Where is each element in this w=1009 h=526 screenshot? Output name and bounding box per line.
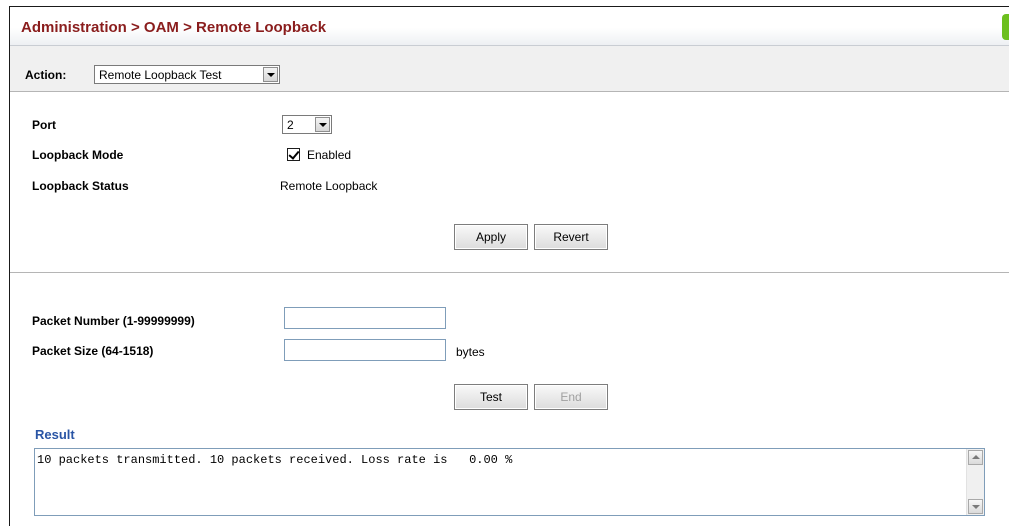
main-panel: Administration > OAM > Remote Loopback A… [9,6,1009,526]
result-text: 10 packets transmitted. 10 packets recei… [37,453,513,467]
packet-size-unit: bytes [456,345,485,359]
end-button: End [534,384,608,410]
result-output[interactable]: 10 packets transmitted. 10 packets recei… [34,448,985,516]
chevron-down-icon[interactable] [263,67,278,82]
loopback-mode-checkbox[interactable] [287,148,300,161]
packet-number-input[interactable] [284,307,446,329]
loopback-mode-label: Loopback Mode [32,148,124,162]
loopback-mode-option-label: Enabled [307,148,352,162]
side-tab-handle[interactable] [1002,14,1009,40]
port-select-value: 2 [287,118,294,132]
loopback-status-value: Remote Loopback [280,179,378,193]
packet-number-label: Packet Number (1-99999999) [32,314,195,328]
action-select[interactable]: Remote Loopback Test [94,65,280,84]
port-label: Port [32,118,56,132]
revert-button[interactable]: Revert [534,224,608,250]
scroll-down-arrow-icon[interactable] [968,499,983,514]
apply-button[interactable]: Apply [454,224,528,250]
chevron-down-icon[interactable] [315,117,330,132]
page-title: Administration > OAM > Remote Loopback [21,19,327,36]
action-select-value: Remote Loopback Test [99,68,222,82]
title-bar: Administration > OAM > Remote Loopback [10,7,1009,46]
scroll-up-arrow-icon[interactable] [968,450,983,465]
port-select[interactable]: 2 [282,115,332,134]
loopback-status-label: Loopback Status [32,179,129,193]
action-bar: Action: Remote Loopback Test [10,46,1009,92]
result-heading: Result [35,427,75,442]
section-divider [10,272,1009,273]
packet-size-label: Packet Size (64-1518) [32,344,154,358]
packet-size-input[interactable] [284,339,446,361]
test-button[interactable]: Test [454,384,528,410]
result-scrollbar[interactable] [966,449,984,515]
action-label: Action: [25,68,67,82]
